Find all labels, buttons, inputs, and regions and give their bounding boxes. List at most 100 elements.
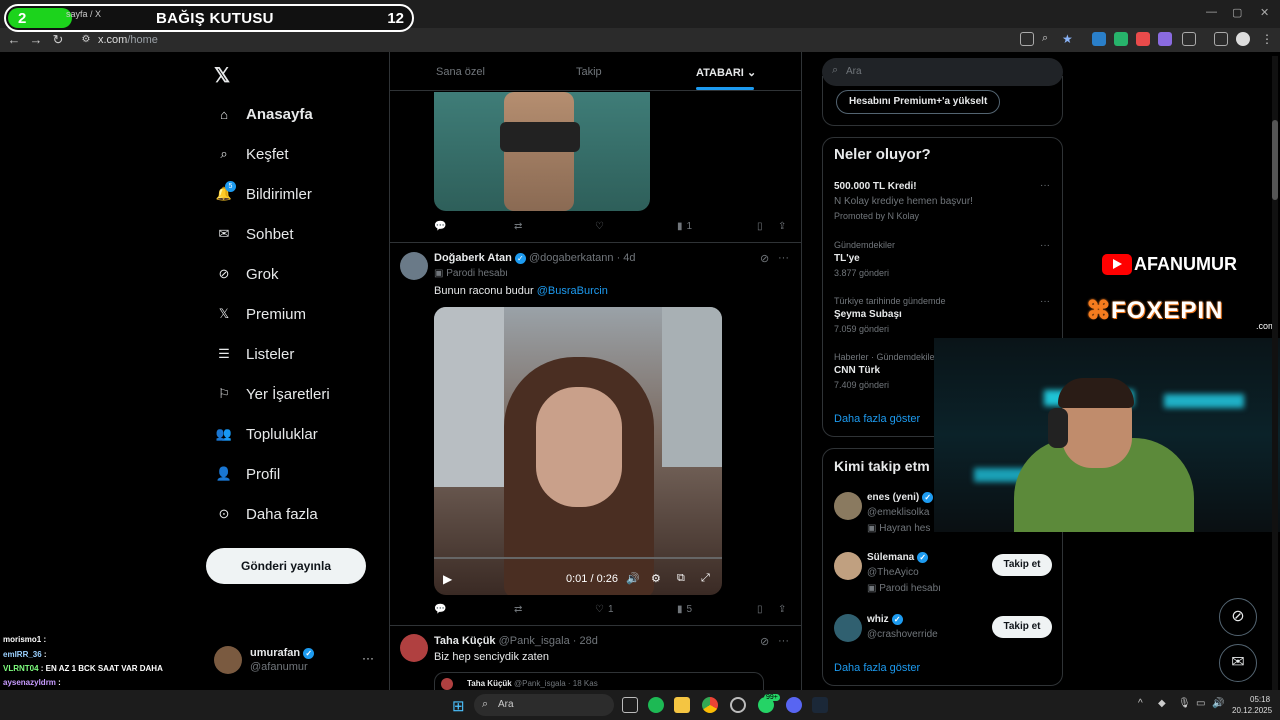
views-count[interactable]: ▮ 5 xyxy=(677,604,692,615)
obs-icon[interactable] xyxy=(730,697,746,713)
bookmark-icon[interactable]: ▯ xyxy=(757,604,763,615)
trend-meta[interactable]: 7.409 gönderi xyxy=(834,380,889,390)
extension-icon[interactable] xyxy=(1158,32,1172,46)
sidebar-item[interactable]: ☰ Listeler xyxy=(214,342,294,366)
trend-context[interactable]: Gündemdekiler xyxy=(834,240,895,250)
sidebar-item[interactable]: ✉ Sohbet xyxy=(214,222,294,246)
browser-tab-title[interactable]: sayfa / X xyxy=(66,9,101,19)
chat-username[interactable]: aysenazyldrm xyxy=(3,678,56,687)
chrome-icon[interactable] xyxy=(702,697,718,713)
avatar[interactable] xyxy=(400,634,428,662)
forward-icon[interactable]: → xyxy=(28,32,44,48)
trend-title[interactable]: Şeyma Subaşı xyxy=(834,309,902,320)
star-icon[interactable]: ★ xyxy=(1062,32,1076,46)
share-icon[interactable]: ⇪ xyxy=(778,221,786,232)
avatar[interactable] xyxy=(400,252,428,280)
sidebar-item[interactable]: 🔔 5 Bildirimler xyxy=(214,181,312,206)
sidebar-item[interactable]: ⌂ Anasayfa xyxy=(214,102,313,126)
x-logo-icon[interactable]: 𝕏 xyxy=(214,63,230,88)
taskbar-search[interactable]: ⌕ Ara xyxy=(474,694,614,716)
share-icon[interactable]: ⇪ xyxy=(778,604,786,615)
follow-handle[interactable]: @TheAyico xyxy=(867,567,919,578)
chat-username[interactable]: emIRR_36 xyxy=(3,650,42,659)
messages-float-icon[interactable]: ✉ xyxy=(1219,644,1257,682)
avatar[interactable] xyxy=(834,492,862,520)
grok-icon[interactable]: ⊘ xyxy=(760,252,769,265)
sidebar-item[interactable]: ⊙ Daha fazla xyxy=(214,502,318,526)
tray-chevron-icon[interactable]: ^ xyxy=(1138,698,1143,709)
avatar[interactable] xyxy=(214,646,242,674)
volume-icon[interactable]: 🔊 xyxy=(1212,698,1224,709)
trend-meta[interactable]: Promoted by N Kolay xyxy=(834,211,919,221)
post-more-icon[interactable]: ··· xyxy=(778,252,789,264)
zoom-icon[interactable]: ⌕ xyxy=(1042,32,1056,46)
scrollbar[interactable] xyxy=(1272,56,1278,690)
reply-icon[interactable]: 💬 xyxy=(434,604,446,615)
video-player[interactable] xyxy=(434,307,722,595)
profile-avatar-icon[interactable] xyxy=(1236,32,1250,46)
extension-icon[interactable] xyxy=(1092,32,1106,46)
avatar[interactable] xyxy=(834,552,862,580)
trend-subtitle[interactable]: N Kolay krediye hemen başvur! xyxy=(834,196,973,207)
extension-icon[interactable] xyxy=(1136,32,1150,46)
trend-title[interactable]: CNN Türk xyxy=(834,365,880,376)
discord-icon[interactable] xyxy=(786,697,802,713)
clock-time[interactable]: 05:18 xyxy=(1250,695,1270,704)
follow-name[interactable]: whiz ✓ xyxy=(867,614,903,625)
task-view-icon[interactable] xyxy=(622,697,638,713)
quoted-post[interactable]: Taha Küçük @Pank_isgala · 18 Kas xyxy=(434,672,764,692)
settings-icon[interactable]: ⚙ xyxy=(651,572,661,585)
kebab-menu-icon[interactable]: ⋮ xyxy=(1260,32,1274,46)
cast-icon[interactable] xyxy=(1020,32,1034,46)
repost-icon[interactable]: ⇄ xyxy=(514,221,522,232)
fullscreen-icon[interactable]: ⤢ xyxy=(701,572,710,585)
post-media-image[interactable] xyxy=(434,92,650,211)
views-count[interactable]: ▮ 1 xyxy=(677,221,692,232)
spotify-icon[interactable] xyxy=(648,697,664,713)
trend-meta[interactable]: 7.059 gönderi xyxy=(834,324,889,334)
trend-more-icon[interactable]: ··· xyxy=(1040,296,1050,307)
follow-handle[interactable]: @crashoverride xyxy=(867,629,938,640)
puzzle-icon[interactable] xyxy=(1182,32,1196,46)
reload-icon[interactable]: ↻ xyxy=(50,32,66,48)
file-explorer-icon[interactable] xyxy=(674,697,690,713)
chat-username[interactable]: morismo1 xyxy=(3,635,41,644)
account-name[interactable]: umurafan ✓ xyxy=(250,647,315,659)
windows-start-icon[interactable]: ⊞ xyxy=(452,697,465,715)
minimize-icon[interactable]: — xyxy=(1206,6,1217,18)
pip-icon[interactable]: ⧉ xyxy=(677,572,685,585)
author-handle[interactable]: @Pank_isgala xyxy=(499,635,570,647)
bookmark-icon[interactable]: ▯ xyxy=(757,221,763,232)
back-icon[interactable]: ← xyxy=(6,32,22,48)
post-time[interactable]: · 4d xyxy=(617,252,636,264)
avatar[interactable] xyxy=(834,614,862,642)
clock-date[interactable]: 20.12.2025 xyxy=(1232,706,1272,715)
trend-meta[interactable]: 3.877 gönderi xyxy=(834,268,889,278)
trend-title[interactable]: 500.000 TL Kredi! xyxy=(834,181,917,192)
repost-icon[interactable]: ⇄ xyxy=(514,604,522,615)
like-count[interactable]: ♡ 1 xyxy=(595,604,614,615)
extension-icon[interactable] xyxy=(1114,32,1128,46)
post-time[interactable]: · 28d xyxy=(573,635,598,647)
trend-title[interactable]: TL'ye xyxy=(834,253,860,264)
sidebar-item[interactable]: ⌕ Keşfet xyxy=(214,142,288,166)
follow-button[interactable]: Takip et xyxy=(992,616,1052,638)
sidebar-item[interactable]: ⚐ Yer İşaretleri xyxy=(214,382,329,406)
like-icon[interactable]: ♡ xyxy=(595,221,604,232)
author-handle[interactable]: @dogaberkatann xyxy=(529,252,614,264)
account-more-icon[interactable]: ··· xyxy=(362,651,374,665)
steam-icon[interactable] xyxy=(812,697,828,713)
tray-app-icon[interactable]: ◆ xyxy=(1158,698,1166,709)
trend-context[interactable]: Haberler · Gündemdekiler xyxy=(834,352,938,362)
grok-icon[interactable]: ⊘ xyxy=(760,635,769,648)
trend-more-icon[interactable]: ··· xyxy=(1040,180,1050,191)
follow-name[interactable]: enes (yeni) ✓ xyxy=(867,492,934,503)
grok-float-icon[interactable]: ⊘ xyxy=(1219,598,1257,636)
play-icon[interactable]: ▶ xyxy=(443,572,452,586)
network-icon[interactable]: ▭ xyxy=(1196,698,1205,709)
show-more-follow[interactable]: Daha fazla göster xyxy=(834,662,920,674)
author-name[interactable]: Doğaberk Atan xyxy=(434,252,512,264)
microphone-icon[interactable]: 🎙 xyxy=(1178,698,1191,709)
chat-username[interactable]: VLRNT04 xyxy=(3,664,39,673)
sidebar-item[interactable]: 𝕏 Premium xyxy=(214,302,306,326)
